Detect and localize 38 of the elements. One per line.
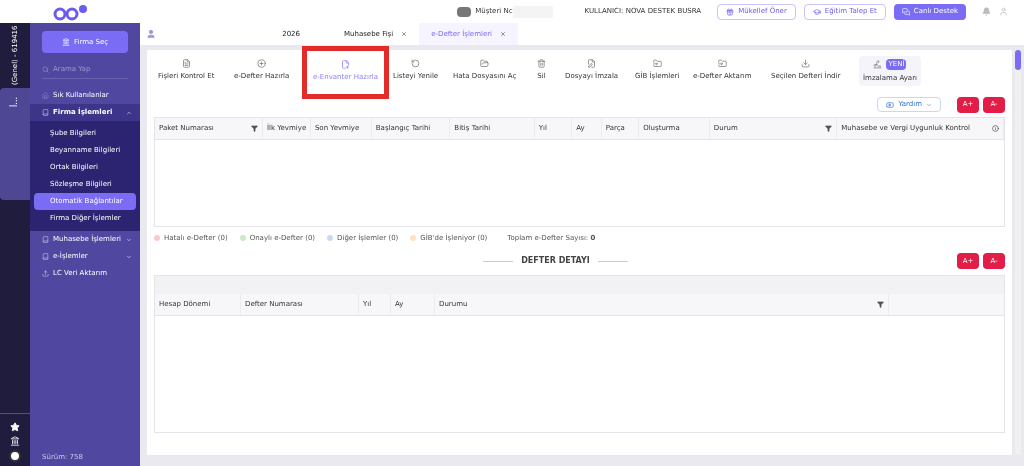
upload-icon <box>42 270 49 277</box>
folder-icon <box>652 59 662 68</box>
edit-file-icon <box>587 59 597 68</box>
user-icon <box>146 29 156 39</box>
book-icon <box>42 109 49 116</box>
section-title: DEFTER DETAYI <box>521 255 590 267</box>
info-icon[interactable] <box>992 124 999 132</box>
book-icon <box>42 253 49 260</box>
search-icon <box>42 66 49 73</box>
gift-icon <box>726 7 735 16</box>
download-icon <box>801 59 811 68</box>
chat-icon <box>901 7 910 16</box>
filter-icon[interactable] <box>877 301 884 308</box>
folder-icon <box>480 59 490 68</box>
file-icon <box>341 60 350 69</box>
plus-icon <box>257 59 267 68</box>
filter-icon[interactable] <box>825 124 833 132</box>
bank-icon <box>61 38 70 46</box>
close-icon[interactable] <box>401 31 408 37</box>
star-icon[interactable] <box>10 422 20 432</box>
book-icon <box>42 236 49 243</box>
scrollbar-thumb[interactable] <box>1015 50 1021 70</box>
folder-arrow-icon <box>717 59 727 68</box>
avatar-icon[interactable] <box>9 450 21 462</box>
bank-icon[interactable] <box>10 436 20 446</box>
document-icon <box>181 59 191 68</box>
refresh-icon <box>411 59 421 68</box>
home-icon <box>42 92 49 99</box>
rail-label: İ... <box>9 97 20 107</box>
store-icon <box>457 6 472 17</box>
graduation-cap-icon <box>812 7 821 16</box>
trash-icon <box>537 59 546 68</box>
video-icon <box>886 100 895 109</box>
bell-icon[interactable] <box>982 7 991 16</box>
close-icon[interactable] <box>500 31 507 37</box>
caret-icon <box>926 101 932 108</box>
signature-icon <box>873 59 883 69</box>
filter-icon[interactable] <box>250 124 258 132</box>
